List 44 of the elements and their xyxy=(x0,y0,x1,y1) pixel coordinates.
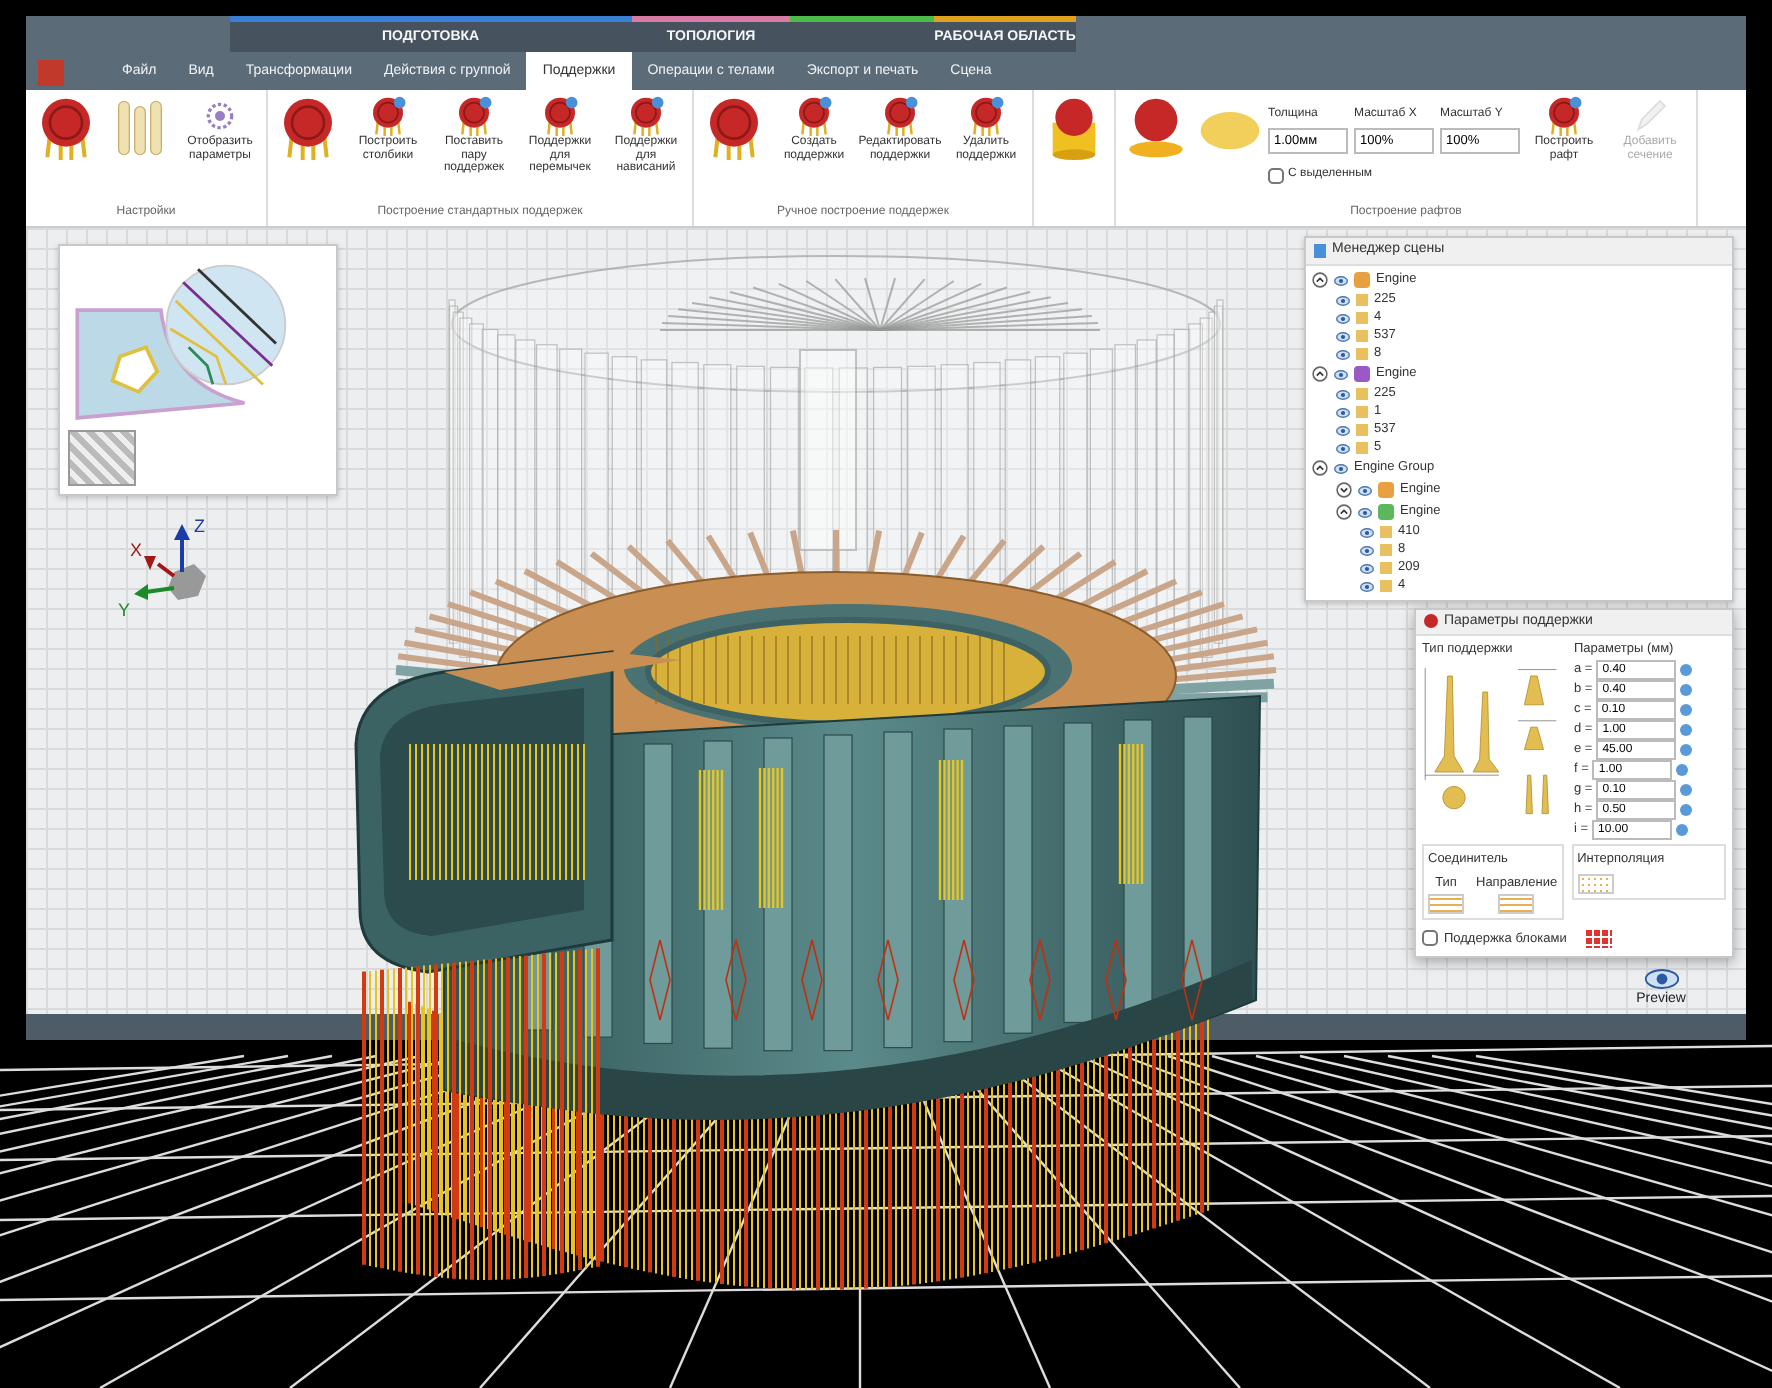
eye-icon[interactable] xyxy=(1334,461,1348,476)
panel-icon xyxy=(1314,243,1326,258)
app-logo-icon xyxy=(38,60,64,86)
eye-icon[interactable] xyxy=(1336,387,1350,402)
collapse-icon[interactable] xyxy=(1312,272,1328,289)
axis-label: X xyxy=(130,540,143,561)
axis-label: Y xyxy=(118,600,131,621)
support-sphere-icon xyxy=(454,96,494,137)
block-grid-icon xyxy=(1584,928,1613,949)
support-sphere-icon xyxy=(540,96,580,137)
support-sphere-icon xyxy=(880,96,920,137)
collapse-icon[interactable] xyxy=(1312,366,1328,383)
checkbox[interactable] xyxy=(1422,930,1438,947)
axis-label: Z xyxy=(194,516,205,537)
eye-icon[interactable] xyxy=(1360,525,1374,540)
support-sphere-icon xyxy=(966,96,1006,137)
eye-icon[interactable] xyxy=(1336,329,1350,344)
eye-icon[interactable] xyxy=(1360,561,1374,576)
eye-icon[interactable] xyxy=(1334,367,1348,382)
checkbox[interactable] xyxy=(1268,167,1284,184)
support-sphere-icon xyxy=(626,96,666,137)
support-sphere-icon xyxy=(1544,96,1584,137)
texture-swatch xyxy=(68,430,136,487)
collapse-icon[interactable] xyxy=(1312,460,1328,477)
collapse-icon[interactable] xyxy=(1336,504,1352,521)
expand-icon[interactable] xyxy=(1336,482,1352,499)
eye-icon[interactable] xyxy=(1358,505,1372,520)
axis-arrow xyxy=(134,584,175,601)
eye-icon[interactable] xyxy=(1336,311,1350,326)
support-sphere-icon xyxy=(794,96,834,137)
eye-icon[interactable] xyxy=(1336,423,1350,438)
eye-icon xyxy=(1643,968,1680,991)
eye-icon[interactable] xyxy=(1336,441,1350,456)
eye-icon[interactable] xyxy=(1336,405,1350,420)
support-sphere-icon xyxy=(368,96,408,137)
eye-icon[interactable] xyxy=(1360,543,1374,558)
eye-icon[interactable] xyxy=(1334,273,1348,288)
raft-disc-icon xyxy=(1124,96,1188,161)
panel-icon xyxy=(1424,614,1438,629)
eye-icon[interactable] xyxy=(1336,293,1350,308)
eye-icon[interactable] xyxy=(1360,579,1374,594)
axis-cube-icon[interactable] xyxy=(168,564,206,601)
eye-icon[interactable] xyxy=(1358,483,1372,498)
eye-icon[interactable] xyxy=(1336,347,1350,362)
